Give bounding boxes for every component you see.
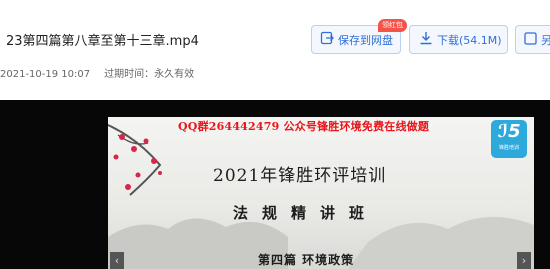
more-icon <box>524 31 537 48</box>
file-meta: 2021-10-19 10:07 过期时间：永久有效 <box>0 65 194 80</box>
video-frame-slide: QQ群264442479 公众号锋胜环境免费在线做题 ℐ5 锋胜培训 2021年… <box>108 117 534 269</box>
upload-time: 2021-10-19 10:07 <box>0 69 91 80</box>
logo-mark: ℐ5 <box>497 121 521 142</box>
more-button-label: 另 <box>541 32 550 48</box>
chevron-right-icon: › <box>521 254 527 267</box>
download-button-label: 下载(54.1M) <box>437 33 502 47</box>
save-button-label: 保存到网盘 <box>338 33 393 47</box>
expiry-label: 过期时间： <box>104 69 155 80</box>
download-icon <box>419 31 433 48</box>
expiry-value: 永久有效 <box>154 69 195 80</box>
file-title: 23第四篇第八章至第十三章.mp4 <box>6 34 199 49</box>
slide-chapter: 第四篇 环境政策 <box>258 253 355 267</box>
slide-subtitle: 法规精讲班 <box>233 204 379 222</box>
more-button[interactable]: 另 <box>515 25 550 54</box>
ink-landscape-painting <box>108 124 534 269</box>
next-button[interactable]: › <box>517 252 531 269</box>
training-logo: ℐ5 锋胜培训 <box>491 120 527 158</box>
save-to-cloud-icon <box>320 31 334 48</box>
chevron-left-icon: ‹ <box>114 254 120 267</box>
slide-banner-text: QQ群264442479 公众号锋胜环境免费在线做题 <box>178 120 430 133</box>
slide-title: 2021年锋胜环评培训 <box>213 166 387 186</box>
logo-caption: 锋胜培训 <box>498 145 519 151</box>
file-header: 23第四篇第八章至第十三章.mp4 2021-10-19 10:07 过期时间：永… <box>0 0 550 100</box>
previous-button[interactable]: ‹ <box>110 252 124 269</box>
red-packet-badge: 领红包 <box>378 19 407 32</box>
video-player[interactable]: QQ群264442479 公众号锋胜环境免费在线做题 ℐ5 锋胜培训 2021年… <box>0 100 550 269</box>
download-button[interactable]: 下载(54.1M) <box>409 25 508 54</box>
